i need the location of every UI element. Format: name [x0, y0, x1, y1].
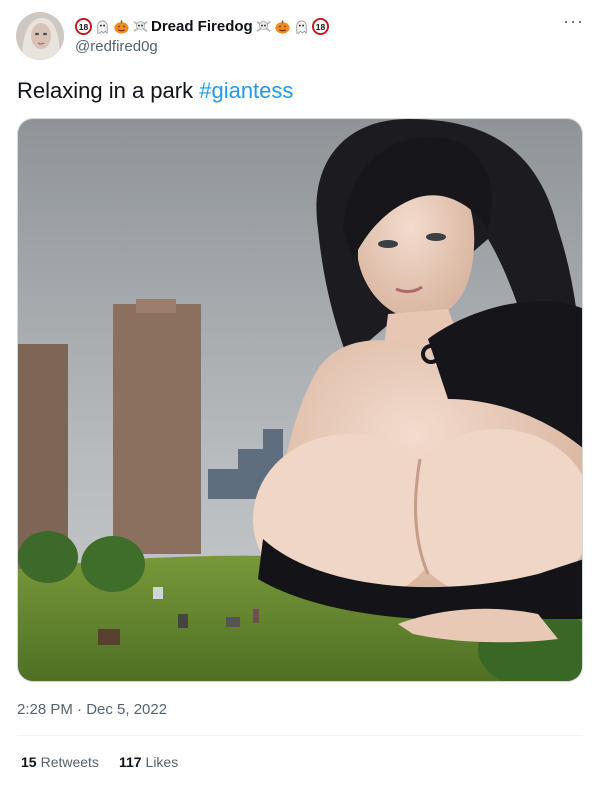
- display-name: Dread Firedog: [151, 17, 253, 35]
- avatar[interactable]: [16, 12, 64, 60]
- ghost-icon: [97, 20, 108, 34]
- more-options-icon[interactable]: ···: [563, 12, 584, 30]
- retweets-label: Retweets: [40, 754, 99, 770]
- likes-stat[interactable]: 117 Likes: [119, 754, 178, 770]
- 18-badge-icon: 18: [311, 17, 329, 35]
- likes-count: 117: [118, 754, 142, 770]
- pumpkin-icon: [114, 19, 129, 34]
- retweets-count: 15: [21, 754, 37, 770]
- svg-text:18: 18: [315, 21, 325, 31]
- media-image: [18, 119, 582, 681]
- tweet-body: Relaxing in a park: [17, 78, 200, 103]
- display-name-row[interactable]: 18 Dread Firedog 18: [75, 15, 331, 37]
- retweets-stat[interactable]: 15 Retweets: [21, 754, 99, 770]
- tweet-text: Relaxing in a park #giantess: [17, 78, 293, 104]
- 18-badge-icon: 18: [75, 17, 92, 35]
- ghost-icon: [296, 20, 307, 34]
- pumpkin-icon: [275, 19, 290, 34]
- skull-crossbones-icon: [133, 20, 148, 32]
- tweet-stats: 15 Retweets 117 Likes: [21, 754, 178, 770]
- hashtag-link[interactable]: #giantess: [199, 78, 293, 103]
- svg-text:18: 18: [79, 21, 89, 31]
- likes-label: Likes: [145, 754, 179, 770]
- handle[interactable]: @redfired0g: [75, 38, 331, 55]
- avatar-image: [16, 12, 64, 60]
- tweet-timestamp[interactable]: 2:28 PM · Dec 5, 2022: [17, 701, 167, 718]
- skull-crossbones-icon: [256, 20, 271, 32]
- tweet-header: 18 Dread Firedog 18 @redfired0g ···: [16, 12, 588, 62]
- divider: [17, 735, 583, 736]
- tweet-media[interactable]: [17, 118, 583, 682]
